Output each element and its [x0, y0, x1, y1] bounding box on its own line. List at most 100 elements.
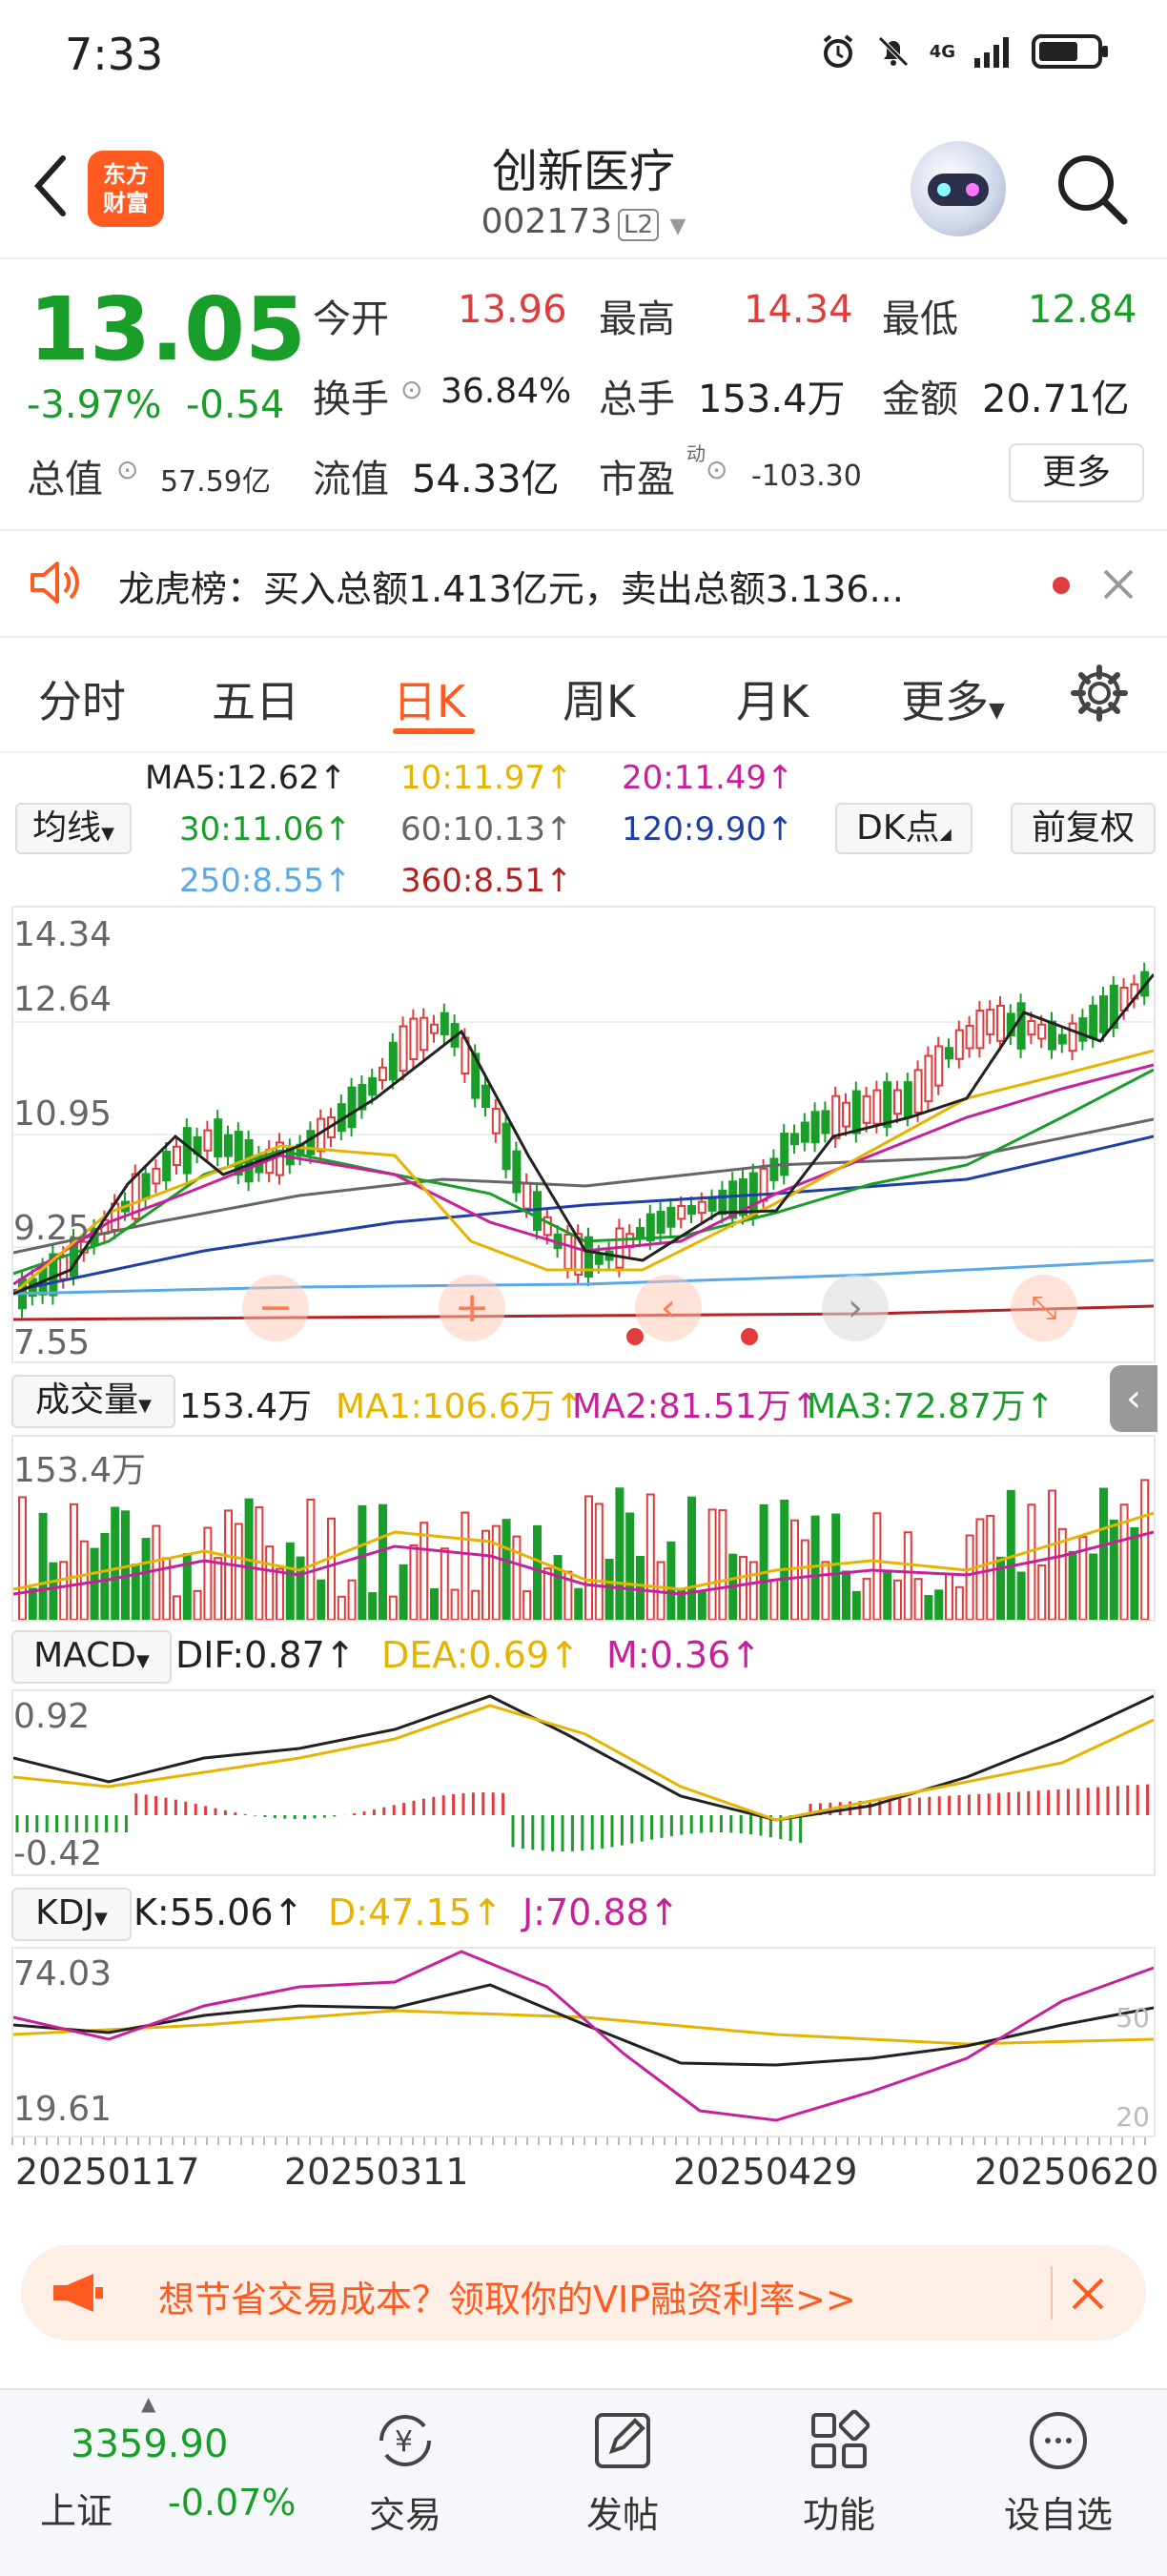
status-time: 7:33 [65, 29, 164, 80]
ma250-value: 250:8.55↑ [179, 862, 352, 900]
volume-chart[interactable]: 153.4万 [11, 1435, 1156, 1622]
nav-functions[interactable]: 功能 [763, 2407, 915, 2538]
close-icon[interactable] [1101, 567, 1136, 602]
tab-daily-k[interactable]: 日K [393, 667, 465, 730]
kdj-axis-bottom: 19.61 [13, 2090, 113, 2129]
volume-label: 总手 [599, 378, 675, 421]
info-icon[interactable]: ⊙ [400, 374, 422, 405]
bottom-nav: ▲ 3359.90 上证 -0.07% ¥ 交易 发帖 功能 设自选 [0, 2388, 1167, 2576]
tab-five-day[interactable]: 五日 [212, 667, 299, 730]
high-value: 14.34 [744, 288, 853, 332]
gear-icon[interactable] [1070, 664, 1129, 723]
current-price: 13.05 [29, 278, 307, 380]
collapse-panel-button[interactable]: ‹ [1110, 1365, 1157, 1432]
dk-point-button[interactable]: DK点◢ [835, 803, 972, 854]
chevron-down-icon: ▼ [669, 215, 686, 238]
macd-selector[interactable]: MACD▼ [11, 1630, 172, 1684]
price-axis-top: 14.34 [13, 915, 113, 954]
price-axis-4: 9.25 [13, 1209, 91, 1248]
ma60-value: 60:10.13↑ [400, 810, 573, 848]
change-percent: -3.97% [27, 383, 162, 427]
date-label-3: 20250429 [673, 2151, 858, 2193]
index-name: 上证 [40, 2490, 113, 2532]
kdj-k: K:55.06↑ [133, 1891, 304, 1933]
kline-canvas [13, 962, 1154, 1345]
trade-icon: ¥ [379, 2415, 431, 2466]
volume-ma1: MA1:106.6万↑ [336, 1387, 584, 1426]
macd-chart[interactable]: 0.92 -0.42 [11, 1689, 1156, 1876]
low-value: 12.84 [1028, 288, 1137, 332]
zoom-out-button[interactable]: − [242, 1275, 309, 1341]
macd-canvas [13, 1694, 1154, 1851]
nav-add-watchlist[interactable]: 设自选 [982, 2407, 1135, 2538]
level2-badge: L2 [618, 209, 660, 241]
float-label: 流值 [313, 458, 389, 501]
more-quote-button[interactable]: 更多 [1009, 443, 1144, 502]
tab-weekly-k[interactable]: 周K [563, 667, 635, 730]
vip-promo-banner[interactable]: 想节省交易成本？领取你的VIP融资利率>> [21, 2245, 1146, 2341]
assistant-robot-icon[interactable] [911, 141, 1006, 236]
kdj-chart[interactable]: 74.03 19.61 50 20 [11, 1947, 1156, 2137]
alarm-icon [823, 34, 852, 68]
period-tabs: 分时 五日 日K 周K 月K 更多▼ [0, 648, 1167, 753]
battery-icon [1032, 34, 1108, 69]
pe-dynamic-mark: 动 [686, 442, 706, 465]
info-icon[interactable]: ⊙ [706, 454, 727, 485]
nav-post[interactable]: 发帖 [546, 2407, 699, 2538]
info-icon[interactable]: ⊙ [116, 454, 138, 485]
megaphone-icon [53, 2274, 103, 2312]
amount-label: 金额 [882, 378, 958, 421]
notice-text: 龙虎榜：买入总额1.413亿元，卖出总额3.136... [118, 568, 904, 610]
index-value[interactable]: 3359.90 [71, 2423, 228, 2466]
turnover-label: 换手 [313, 378, 389, 421]
search-icon[interactable] [1054, 151, 1130, 227]
volume-value: 153.4万 [698, 378, 846, 421]
scroll-left-button[interactable]: ‹ [635, 1275, 702, 1341]
close-icon[interactable] [1070, 2276, 1106, 2312]
nav-trade[interactable]: ¥ 交易 [329, 2407, 481, 2538]
scroll-right-button[interactable]: › [822, 1275, 889, 1341]
speaker-icon [31, 562, 79, 603]
turnover-value: 36.84% [440, 372, 572, 411]
high-label: 最高 [599, 297, 675, 341]
network-badge: 4G [929, 41, 955, 62]
status-icons: 4G [819, 32, 1110, 71]
chat-bubble-icon [1030, 2412, 1087, 2469]
volume-selector[interactable]: 成交量▼ [11, 1375, 175, 1428]
volume-axis-top: 153.4万 [13, 1451, 147, 1490]
ma10-value: 10:11.97↑ [400, 759, 573, 797]
dragon-tiger-notice[interactable]: 龙虎榜：买入总额1.413亿元，卖出总额3.136... [0, 529, 1167, 638]
mktcap-value: 57.59亿 [160, 465, 271, 499]
zoom-in-button[interactable]: + [439, 1275, 505, 1341]
chevron-up-icon[interactable]: ▲ [141, 2392, 155, 2415]
stock-code: 002173 [481, 202, 613, 241]
kdj-level-50: 50 [1116, 2002, 1150, 2034]
macd-axis-bottom: -0.42 [13, 1834, 103, 1873]
expand-icon[interactable]: ⤡ [1011, 1275, 1077, 1341]
date-ticks [11, 2137, 1156, 2145]
kline-chart[interactable]: 14.34 12.64 10.95 9.25 7.55 − + ‹ › ⤡ [11, 906, 1156, 1363]
svg-text:¥: ¥ [395, 2425, 413, 2459]
date-label-1: 20250117 [15, 2151, 200, 2193]
date-label-2: 20250311 [284, 2151, 469, 2193]
status-bar: 7:33 4G [0, 0, 1167, 114]
volume-ma2: MA2:81.51万↑ [572, 1387, 820, 1426]
tab-monthly-k[interactable]: 月K [736, 667, 809, 730]
index-change: -0.07% [168, 2482, 297, 2524]
pe-value: -103.30 [751, 460, 862, 493]
open-value: 13.96 [458, 288, 567, 332]
grid-icon [811, 2409, 870, 2468]
tab-intraday[interactable]: 分时 [38, 667, 126, 730]
divider [0, 751, 1167, 753]
ma120-value: 120:9.90↑ [622, 810, 794, 848]
ma20-value: 20:11.49↑ [622, 759, 794, 797]
adjust-button[interactable]: 前复权 [1011, 803, 1156, 854]
macd-m: M:0.36↑ [606, 1634, 762, 1676]
change-amount: -0.54 [186, 383, 285, 427]
amount-value: 20.71亿 [982, 378, 1130, 421]
divider [0, 257, 1167, 259]
kdj-selector[interactable]: KDJ▼ [11, 1888, 132, 1941]
ma-selector[interactable]: 均线▼ [15, 803, 132, 854]
tab-more[interactable]: 更多▼ [901, 667, 1005, 730]
volume-ma3: MA3:72.87万↑ [807, 1387, 1054, 1426]
